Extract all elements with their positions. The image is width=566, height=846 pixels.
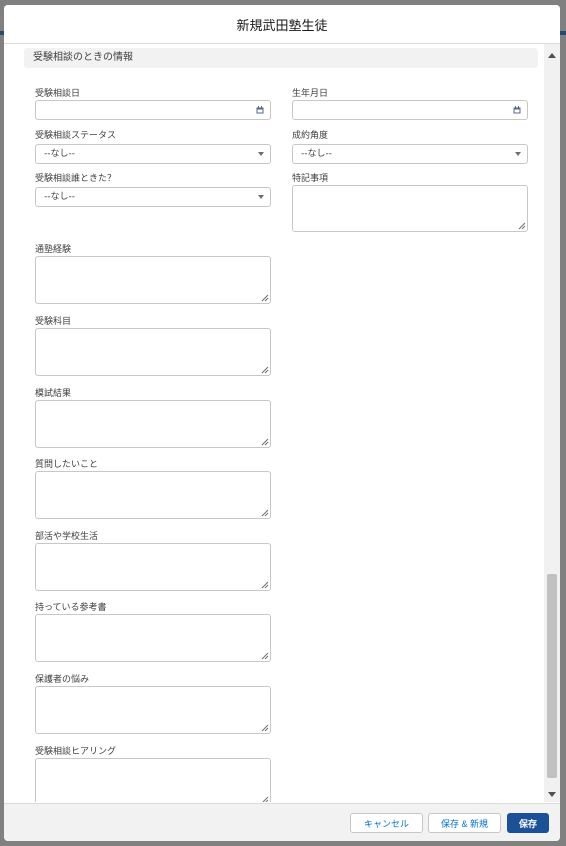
cram-experience-label: 通塾経験 — [35, 245, 72, 255]
special-notes-textarea[interactable] — [292, 185, 528, 232]
special-notes-label: 特記事項 — [292, 174, 329, 184]
consult-status-label: 受験相談ステータス — [35, 131, 117, 141]
cancel-button[interactable]: キャンセル — [350, 813, 423, 833]
modal-body: 受験相談のときの情報 受験相談日 生年月日 受験相談ステータス --なし-- 成… — [4, 44, 544, 802]
consult-status-value: --なし-- — [44, 149, 75, 159]
modal-title: 新規武田塾生徒 — [236, 18, 328, 34]
modal-footer: キャンセル 保存 & 新規 保存 — [4, 803, 560, 841]
exam-subjects-label: 受験科目 — [35, 317, 72, 327]
mock-results-label: 模試結果 — [35, 389, 72, 399]
chevron-down-icon — [258, 195, 264, 199]
scroll-up-icon[interactable] — [548, 53, 556, 58]
section-title: 受験相談のときの情報 — [33, 52, 133, 63]
close-angle-value: --なし-- — [301, 149, 332, 159]
scroll-down-icon[interactable] — [548, 792, 556, 797]
resize-grip-icon[interactable] — [261, 438, 269, 446]
who-came-label: 受験相談誰ときた？ — [35, 174, 117, 184]
calendar-icon[interactable] — [256, 106, 264, 114]
consult-date-input[interactable] — [35, 100, 271, 120]
resize-grip-icon[interactable] — [261, 796, 269, 802]
club-school-label: 部活や学校生活 — [35, 532, 99, 542]
consult-status-select[interactable]: --なし-- — [35, 144, 271, 164]
birth-date-label: 生年月日 — [292, 89, 329, 99]
who-came-value: --なし-- — [44, 192, 75, 202]
resize-grip-icon[interactable] — [261, 581, 269, 589]
parent-worries-label: 保護者の悩み — [35, 675, 90, 685]
save-and-new-button[interactable]: 保存 & 新規 — [428, 813, 501, 833]
questions-textarea[interactable] — [35, 471, 271, 519]
calendar-icon[interactable] — [513, 106, 521, 114]
resize-grip-icon[interactable] — [261, 366, 269, 374]
chevron-down-icon — [258, 152, 264, 156]
cram-experience-textarea[interactable] — [35, 256, 271, 304]
who-came-select[interactable]: --なし-- — [35, 187, 271, 207]
chevron-down-icon — [515, 152, 521, 156]
birth-date-input[interactable] — [292, 100, 528, 120]
exam-subjects-textarea[interactable] — [35, 328, 271, 376]
resize-grip-icon[interactable] — [261, 294, 269, 302]
modal-scrollbar[interactable] — [544, 44, 560, 802]
resize-grip-icon[interactable] — [518, 222, 526, 230]
close-angle-select[interactable]: --なし-- — [292, 144, 528, 164]
consult-hearing-textarea[interactable] — [35, 758, 271, 802]
consult-hearing-label: 受験相談ヒアリング — [35, 747, 117, 757]
resize-grip-icon[interactable] — [261, 509, 269, 517]
parent-worries-textarea[interactable] — [35, 686, 271, 734]
questions-label: 質問したいこと — [35, 460, 99, 470]
consult-date-label: 受験相談日 — [35, 89, 81, 99]
save-button[interactable]: 保存 — [507, 813, 549, 833]
ref-books-label: 持っている参考書 — [35, 603, 107, 613]
modal-header: 新規武田塾生徒 — [4, 5, 560, 44]
club-school-textarea[interactable] — [35, 543, 271, 591]
resize-grip-icon[interactable] — [261, 652, 269, 660]
section-header[interactable]: 受験相談のときの情報 — [24, 48, 538, 68]
resize-grip-icon[interactable] — [261, 724, 269, 732]
scrollbar-thumb[interactable] — [547, 574, 557, 778]
ref-books-textarea[interactable] — [35, 614, 271, 662]
new-record-modal: 新規武田塾生徒 受験相談のときの情報 受験相談日 生年月日 受験相談ステータス … — [4, 5, 560, 841]
close-angle-label: 成約角度 — [292, 131, 329, 141]
mock-results-textarea[interactable] — [35, 400, 271, 448]
